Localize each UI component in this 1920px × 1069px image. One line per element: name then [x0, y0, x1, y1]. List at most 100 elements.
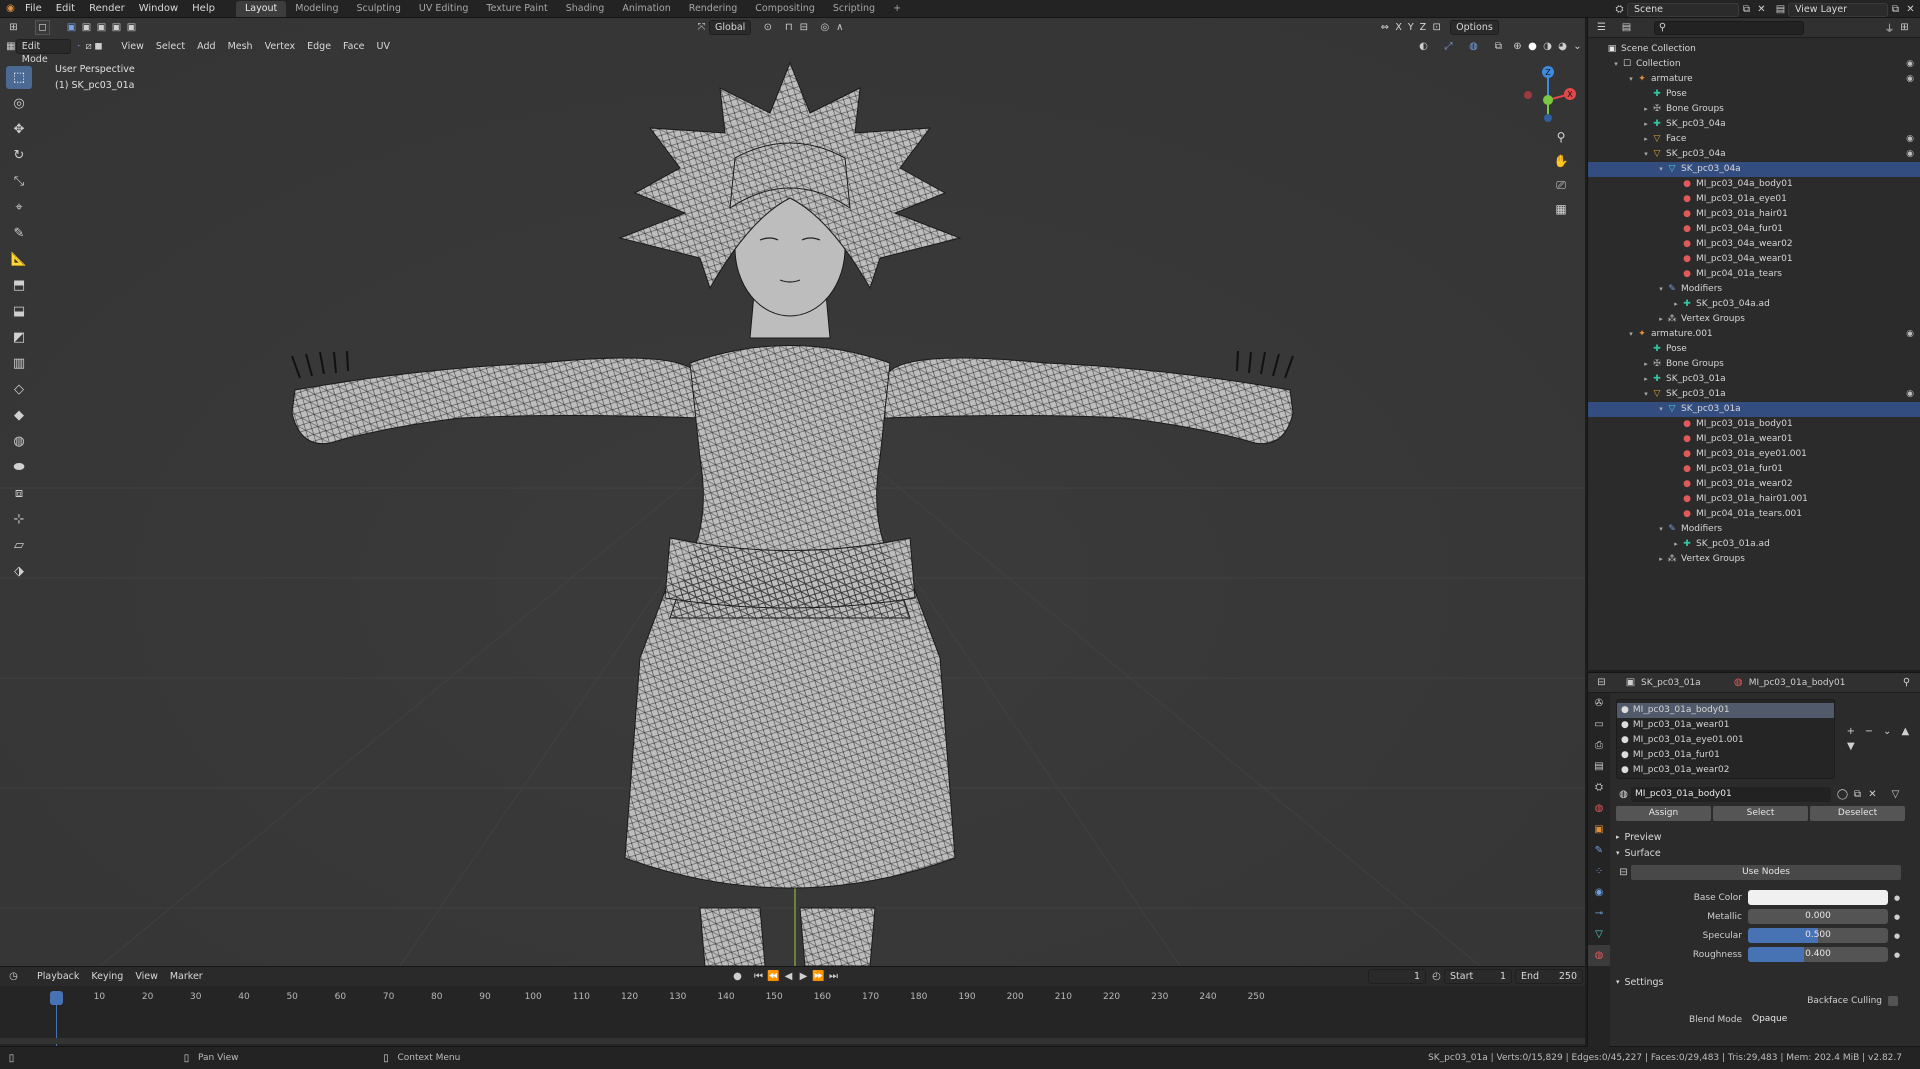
expanded-arrow-icon[interactable]: ▾: [1656, 522, 1666, 537]
blender-logo-icon[interactable]: ◉: [3, 1, 18, 16]
wireframe-shading-icon[interactable]: ⊕: [1510, 39, 1525, 54]
material-slot-2[interactable]: ● MI_pc03_01a_eye01.001: [1617, 733, 1834, 748]
options-dropdown[interactable]: Options: [1450, 20, 1499, 35]
vertex-select-icon[interactable]: ⋅: [74, 39, 84, 54]
scene-name-field[interactable]: Scene: [1627, 2, 1739, 17]
view-layer-icon[interactable]: ▤: [1773, 2, 1788, 17]
shear-tool-icon[interactable]: ▱: [6, 534, 32, 557]
props-object-name[interactable]: SK_pc03_01a: [1641, 678, 1701, 688]
menu-help[interactable]: Help: [185, 0, 222, 18]
constraints-tab-icon[interactable]: ⊸: [1588, 903, 1610, 924]
auto-merge-icon[interactable]: ⊡: [1429, 20, 1444, 35]
add-slot-icon[interactable]: +: [1843, 724, 1858, 739]
camera-icon[interactable]: ⎚: [1552, 176, 1570, 194]
scale-tool-icon[interactable]: ⤡: [6, 170, 32, 193]
object-tab-icon[interactable]: ▣: [1588, 819, 1610, 840]
blend-mode-dropdown[interactable]: Opaque: [1748, 1012, 1888, 1027]
timeline-scrollbar[interactable]: [0, 1038, 1585, 1044]
outliner-search-input[interactable]: ⚲: [1654, 20, 1804, 35]
eye-icon[interactable]: ◉: [1906, 147, 1914, 162]
select-box-tool-icon[interactable]: ⬚: [6, 66, 32, 89]
smooth-tool-icon[interactable]: ⬬: [6, 456, 32, 479]
use-nodes-button[interactable]: Use Nodes: [1631, 865, 1901, 880]
outliner-row[interactable]: ▾ ▽ SK_pc03_01a: [1588, 402, 1920, 417]
new-scene-icon[interactable]: ⧉: [1739, 2, 1754, 17]
outliner-row[interactable]: ▸ ▽ Face ◉: [1588, 132, 1920, 147]
outliner-row[interactable]: ● MI_pc03_04a_wear01: [1588, 252, 1920, 267]
eye-icon[interactable]: ◉: [1906, 57, 1914, 72]
select-intersect-icon[interactable]: ▣: [124, 20, 139, 35]
outliner-row[interactable]: ● MI_pc03_01a_hair01.001: [1588, 492, 1920, 507]
expanded-arrow-icon[interactable]: ▾: [1626, 72, 1636, 87]
transform-tool-icon[interactable]: ⌖: [6, 196, 32, 219]
rotate-tool-icon[interactable]: ↻: [6, 144, 32, 167]
visibility-icon[interactable]: ◐: [1416, 39, 1431, 54]
jump-start-icon[interactable]: ⏮: [751, 969, 766, 984]
tab-animation[interactable]: Animation: [613, 1, 679, 17]
pan-hand-icon[interactable]: ✋: [1552, 152, 1570, 170]
view-layer-tab-icon[interactable]: ▤: [1588, 756, 1610, 777]
face-select-icon[interactable]: ◼: [94, 39, 104, 54]
3d-viewport[interactable]: Z X ⊞ ◻ ▣ ▣ ▣ ▣ ▣ ⤧ Global ⊙ ⊓ ⊟ ◎ ∧ ⇔ X…: [0, 18, 1585, 966]
menu-timeline-view[interactable]: View: [129, 969, 164, 984]
outliner-row[interactable]: ● MI_pc03_04a_fur01: [1588, 222, 1920, 237]
material-name-field[interactable]: MI_pc03_01a_body01: [1631, 787, 1831, 802]
collapsed-arrow-icon[interactable]: ▸: [1641, 357, 1651, 372]
mode-dropdown[interactable]: Edit Mode: [15, 39, 71, 65]
metallic-slider[interactable]: 0.000: [1748, 909, 1888, 924]
material-browse-icon[interactable]: ◍: [1616, 787, 1631, 802]
zoom-icon[interactable]: ⚲: [1552, 128, 1570, 146]
snap-target-icon[interactable]: ⊟: [796, 20, 811, 35]
output-tab-icon[interactable]: ⎙: [1588, 735, 1610, 756]
orientation-dropdown[interactable]: Global: [709, 20, 752, 35]
particles-tab-icon[interactable]: ⁘: [1588, 861, 1610, 882]
tab-texture-paint[interactable]: Texture Paint: [477, 1, 556, 17]
outliner-row[interactable]: ● MI_pc03_01a_eye01: [1588, 192, 1920, 207]
expanded-arrow-icon[interactable]: ▾: [1656, 402, 1666, 417]
new-view-layer-icon[interactable]: ⧉: [1888, 2, 1903, 17]
menu-file[interactable]: File: [18, 0, 49, 18]
edge-slide-tool-icon[interactable]: ⧈: [6, 482, 32, 505]
outliner-row[interactable]: ▾ ✦ armature.001 ◉: [1588, 327, 1920, 342]
timeline-editor-icon[interactable]: ◷: [6, 969, 21, 984]
keyframe-dot-icon[interactable]: ●: [1894, 894, 1900, 902]
select-new-icon[interactable]: ▣: [64, 20, 79, 35]
timeline-area[interactable]: 1102030405060708090100110120130140150160…: [0, 986, 1585, 1046]
fake-user-icon[interactable]: ◯: [1835, 787, 1850, 802]
outliner-row[interactable]: ● MI_pc03_01a_wear01: [1588, 432, 1920, 447]
proportional-edit-icon[interactable]: ◎: [817, 20, 832, 35]
base-color-swatch[interactable]: [1748, 890, 1888, 905]
scene-tab-icon[interactable]: ⛭: [1588, 777, 1610, 798]
outliner-editor-icon[interactable]: ☰: [1594, 20, 1609, 35]
modifier-tab-icon[interactable]: ✎: [1588, 840, 1610, 861]
tab-layout[interactable]: Layout: [235, 1, 287, 17]
record-icon[interactable]: ●: [730, 969, 745, 984]
expanded-arrow-icon[interactable]: ▾: [1656, 162, 1666, 177]
outliner-row[interactable]: ▾ ▽ SK_pc03_04a ◉: [1588, 147, 1920, 162]
play-reverse-icon[interactable]: ◀: [781, 969, 796, 984]
mesh-data-tab-icon[interactable]: ▽: [1588, 924, 1610, 945]
material-link-icon[interactable]: ▽: [1888, 787, 1903, 802]
snap-icon[interactable]: ⊓: [781, 20, 796, 35]
assign-button[interactable]: Assign: [1616, 806, 1711, 821]
axis-x-toggle[interactable]: X: [1392, 20, 1405, 35]
add-workspace-button[interactable]: +: [884, 1, 910, 17]
display-mode-icon[interactable]: ▤: [1619, 20, 1634, 35]
inset-tool-icon[interactable]: ⬓: [6, 300, 32, 323]
expanded-arrow-icon[interactable]: ▾: [1656, 282, 1666, 297]
filter-icon[interactable]: ⏚: [1882, 20, 1897, 35]
collapsed-arrow-icon[interactable]: ▸: [1641, 372, 1651, 387]
xray-icon[interactable]: ⧉: [1491, 39, 1506, 54]
material-slot-0[interactable]: ● MI_pc03_01a_body01: [1617, 703, 1835, 718]
spin-tool-icon[interactable]: ◍: [6, 430, 32, 453]
playhead-marker[interactable]: [50, 991, 63, 1005]
slot-menu-icon[interactable]: ⌄: [1880, 724, 1895, 739]
outliner-row[interactable]: ● MI_pc03_01a_body01: [1588, 417, 1920, 432]
select-mode-icon[interactable]: ◻: [35, 20, 50, 35]
collapsed-arrow-icon[interactable]: ▸: [1671, 537, 1681, 552]
keyframe-dot-icon[interactable]: ●: [1894, 951, 1900, 959]
unlink-material-icon[interactable]: ✕: [1865, 787, 1880, 802]
start-frame-field[interactable]: Start 1: [1444, 969, 1512, 984]
outliner-row[interactable]: ● MI_pc03_04a_body01: [1588, 177, 1920, 192]
material-slot-4[interactable]: ● MI_pc03_01a_wear02: [1617, 763, 1834, 778]
